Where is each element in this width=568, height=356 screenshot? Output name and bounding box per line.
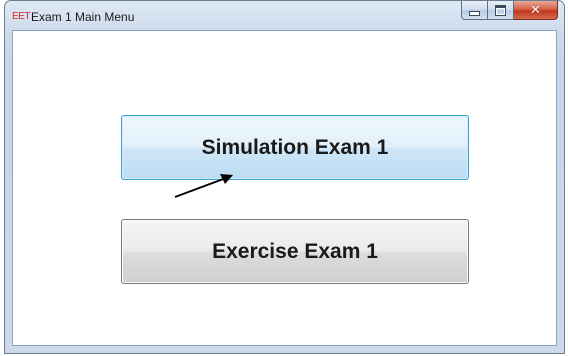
title-bar[interactable]: EET Exam 1 Main Menu ✕ — [5, 1, 564, 31]
maximize-button[interactable] — [488, 1, 514, 20]
simulation-exam-button[interactable]: Simulation Exam 1 — [121, 115, 469, 180]
close-button[interactable]: ✕ — [514, 1, 558, 20]
main-menu-window: EET Exam 1 Main Menu ✕ Simulation Exam 1… — [4, 0, 565, 354]
close-icon: ✕ — [530, 2, 541, 18]
annotation-arrow-icon — [174, 174, 233, 198]
client-area: Simulation Exam 1 Exercise Exam 1 — [12, 30, 557, 346]
minimize-button[interactable] — [461, 1, 488, 20]
app-icon: EET — [12, 11, 30, 22]
minimize-icon — [469, 10, 480, 16]
exercise-exam-button[interactable]: Exercise Exam 1 — [121, 219, 469, 284]
window-title: Exam 1 Main Menu — [31, 10, 135, 24]
maximize-icon — [495, 4, 506, 16]
caption-buttons: ✕ — [461, 1, 558, 21]
